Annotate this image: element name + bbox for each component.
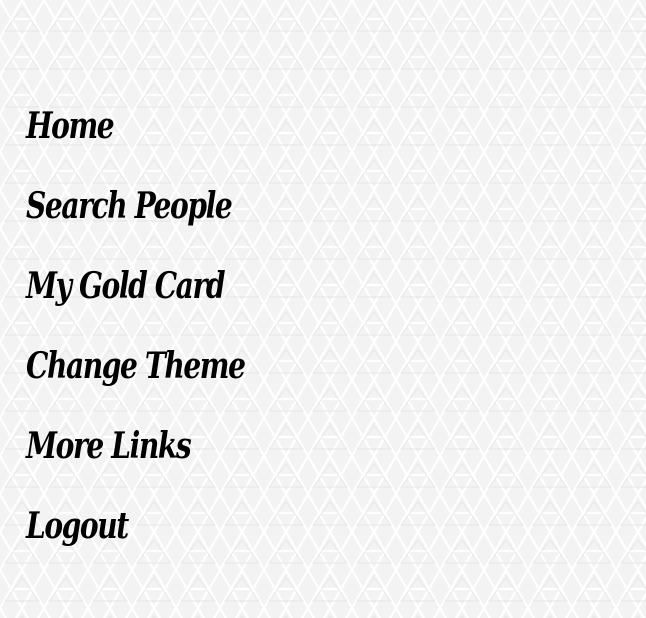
menu-item-logout[interactable]: Logout	[26, 496, 245, 576]
menu-item-more-links[interactable]: More Links	[26, 416, 245, 496]
menu-item-change-theme[interactable]: Change Theme	[26, 336, 246, 416]
main-menu: Home Search People My Gold Card Change T…	[26, 96, 306, 576]
menu-item-home[interactable]: Home	[26, 96, 245, 176]
menu-item-my-gold-card[interactable]: My Gold Card	[26, 256, 245, 336]
menu-item-search-people[interactable]: Search People	[26, 176, 245, 256]
